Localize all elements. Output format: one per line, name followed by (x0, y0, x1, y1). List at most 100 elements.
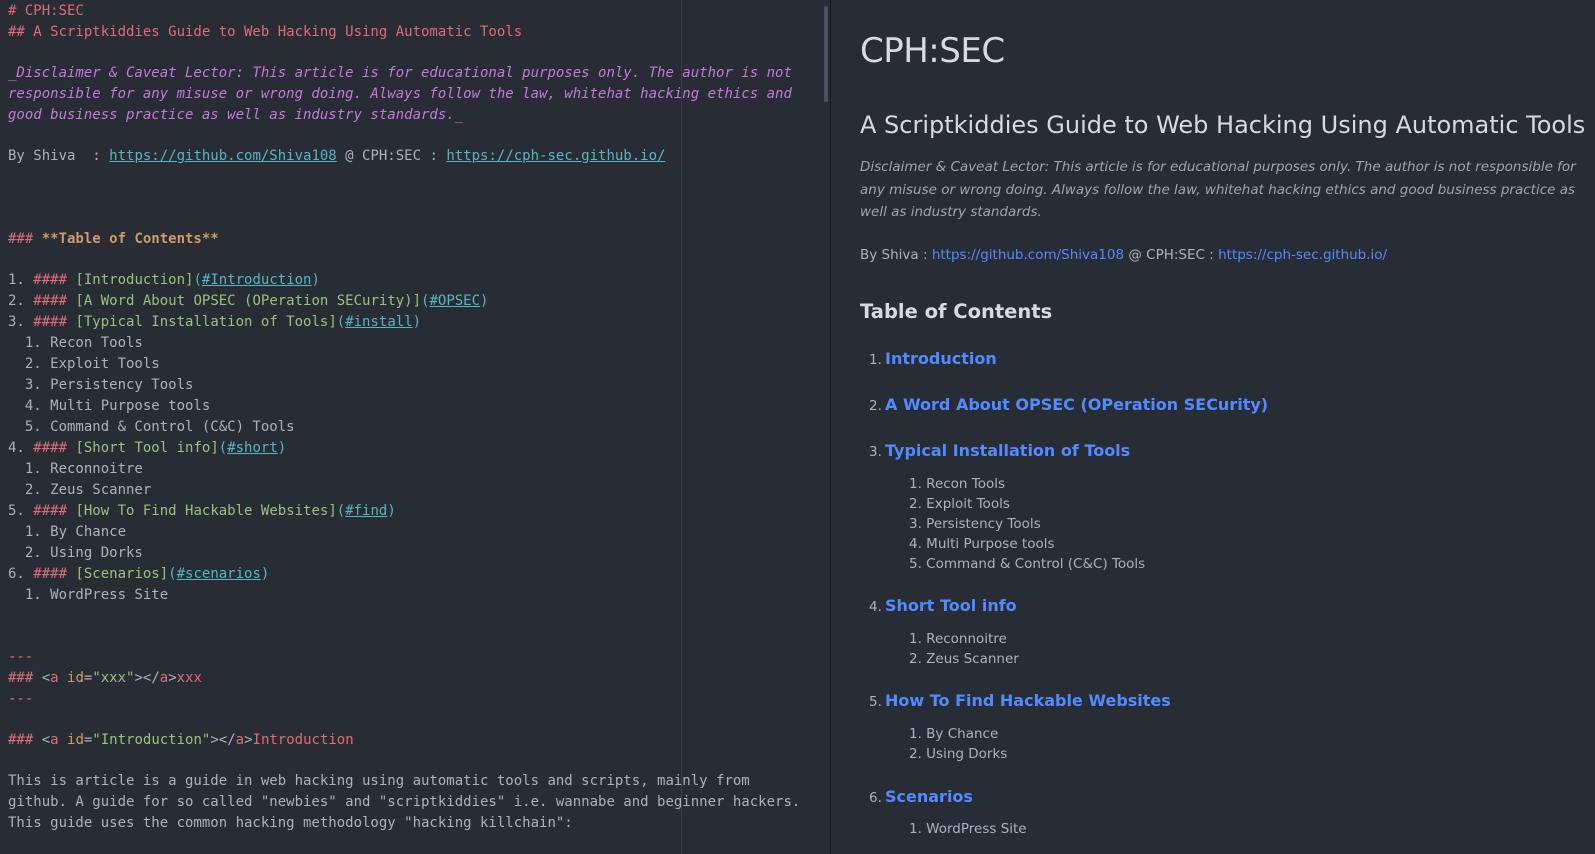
site-link[interactable]: https://cph-sec.github.io/ (446, 148, 665, 164)
wrap-guide (681, 0, 682, 854)
editor-intro-line: This is article is a guide in web hackin… (8, 773, 750, 789)
site-link[interactable]: https://cph-sec.github.io/ (1218, 247, 1387, 263)
toc-sub-item: 1. Recon Tools (909, 476, 1006, 492)
byline-prefix: By Shiva : (860, 247, 932, 263)
toc-hash: #### (33, 566, 68, 582)
toc-text: [Introduction] (75, 272, 194, 288)
preview-toc-title: Table of Contents (860, 300, 1053, 323)
markdown-preview[interactable]: CPH:SEC A Scriptkiddies Guide to Web Hac… (831, 0, 1595, 854)
editor-sub-item: 3. Persistency Tools (8, 377, 194, 393)
editor-hr: --- (8, 649, 34, 665)
editor-sub-item: 1. By Chance (8, 524, 127, 540)
preview-h1: CPH:SEC (860, 31, 1005, 71)
toc-text: [Short Tool info] (75, 440, 219, 456)
attr-name: id (58, 670, 84, 686)
editor-sub-item: 4. Multi Purpose tools (8, 398, 211, 414)
editor-toc-item: 1. #### [Introduction](#Introduction) (8, 272, 320, 288)
attr-name: id (58, 732, 84, 748)
toc-anchor-link[interactable]: #OPSEC (429, 293, 480, 309)
toc-sub-item: 4. Multi Purpose tools (909, 536, 1055, 552)
hash: ### (8, 732, 42, 748)
toc-anchor-link[interactable]: #install (345, 314, 412, 330)
toc-sub-item: 2. Using Dorks (909, 746, 1008, 762)
toc-title: **Table of Contents** (41, 231, 219, 247)
editor-disclaimer-line: responsible for any misuse or wrong doin… (8, 86, 792, 102)
byline-middle: @ CPH:SEC : (336, 148, 447, 164)
toc-link-scenarios[interactable]: Scenarios (885, 787, 973, 806)
toc-anchor-link[interactable]: #find (345, 503, 387, 519)
toc-link-opsec[interactable]: A Word About OPSEC (OPeration SECurity) (885, 395, 1268, 414)
byline-prefix: By Shiva : (8, 148, 110, 164)
toc-num: 2. (8, 293, 34, 309)
editor-toc-item: 4. #### [Short Tool info](#short) (8, 440, 287, 456)
toc-link-install[interactable]: Typical Installation of Tools (885, 441, 1130, 460)
editor-intro-line: github. A guide for so called "newbies" … (8, 794, 801, 810)
toc-anchor-link[interactable]: #Introduction (202, 272, 312, 288)
toc-anchor-link[interactable]: #scenarios (177, 566, 261, 582)
markdown-editor[interactable]: # CPH:SEC ## A Scriptkiddies Guide to We… (0, 0, 830, 854)
toc-hash: #### (33, 293, 68, 309)
editor-sub-item: 1. WordPress Site (8, 587, 169, 603)
editor-byline: By Shiva : https://github.com/Shiva108 @… (8, 146, 665, 167)
toc-num: 1. (869, 352, 882, 368)
toc-link-find[interactable]: How To Find Hackable Websites (885, 691, 1171, 710)
tag-bracket: > (244, 732, 253, 748)
editor-sub-item: 5. Command & Control (C&C) Tools (8, 419, 295, 435)
toc-hash: #### (33, 314, 68, 330)
toc-num: 4. (8, 440, 34, 456)
toc-anchor-link[interactable]: #short (227, 440, 278, 456)
toc-num: 5. (869, 694, 882, 710)
toc-sub-item: 2. Zeus Scanner (909, 651, 1019, 667)
toc-sub-item: 1. By Chance (909, 726, 999, 742)
toc-hash: ### (8, 231, 42, 247)
tag-bracket: < (41, 732, 51, 748)
editor-anchor-heading: ### <a id="Introduction"></a>Introductio… (8, 730, 354, 751)
editor-line-h1: # CPH:SEC (8, 3, 84, 19)
toc-text: [Scenarios] (75, 566, 169, 582)
editor-line-h2: ## A Scriptkiddies Guide to Web Hacking … (8, 24, 523, 40)
toc-sub-item: 2. Exploit Tools (909, 496, 1010, 512)
toc-num: 2. (869, 398, 882, 414)
toc-link-short[interactable]: Short Tool info (885, 596, 1017, 615)
editor-toc-item: 3. #### [Typical Installation of Tools](… (8, 314, 422, 330)
toc-num: 5. (8, 503, 34, 519)
preview-disclaimer: Disclaimer & Caveat Lector: This article… (860, 159, 1576, 220)
toc-text: [Typical Installation of Tools] (75, 314, 337, 330)
editor-toc-item: 6. #### [Scenarios](#scenarios) (8, 566, 270, 582)
editor-disclaimer-line: good business practice as well as indust… (8, 107, 464, 123)
toc-text: [How To Find Hackable Websites] (75, 503, 337, 519)
tag-bracket: ></ (210, 732, 236, 748)
toc-text: [A Word About OPSEC (OPeration SECurity)… (75, 293, 422, 309)
attr-value: "xxx" (92, 670, 135, 686)
toc-sub-item: 1. WordPress Site (909, 821, 1027, 837)
toc-link-introduction[interactable]: Introduction (885, 349, 997, 368)
editor-toc-heading: ### **Table of Contents** (8, 229, 219, 250)
toc-sub-item: 1. Reconnoitre (909, 631, 1007, 647)
toc-num: 6. (869, 790, 882, 806)
editor-sub-item: 2. Using Dorks (8, 545, 143, 561)
editor-anchor-heading: ### <a id="xxx"></a>xxx (8, 668, 202, 689)
tag-name: a (235, 732, 245, 748)
toc-num: 3. (8, 314, 34, 330)
toc-hash: #### (33, 272, 68, 288)
toc-num: 3. (869, 444, 882, 460)
tag-bracket: ></ (134, 670, 160, 686)
tag-name: a (159, 670, 169, 686)
tag-bracket: < (41, 670, 51, 686)
heading-text: Introduction (252, 732, 354, 748)
github-link[interactable]: https://github.com/Shiva108 (932, 247, 1124, 263)
editor-scrollbar[interactable] (824, 6, 828, 102)
toc-num: 1. (8, 272, 34, 288)
tag-name: a (50, 732, 59, 748)
github-link[interactable]: https://github.com/Shiva108 (109, 148, 337, 164)
preview-h2: A Scriptkiddies Guide to Web Hacking Usi… (860, 111, 1586, 139)
heading-text: xxx (176, 670, 202, 686)
toc-sub-item: 3. Persistency Tools (909, 516, 1041, 532)
editor-hr: --- (8, 691, 34, 707)
toc-hash: #### (33, 503, 68, 519)
hash: ### (8, 670, 42, 686)
tag-bracket: > (168, 670, 177, 686)
editor-toc-item: 5. #### [How To Find Hackable Websites](… (8, 503, 396, 519)
editor-disclaimer-line: _Disclaimer & Caveat Lector: This articl… (8, 65, 792, 81)
toc-num: 6. (8, 566, 34, 582)
